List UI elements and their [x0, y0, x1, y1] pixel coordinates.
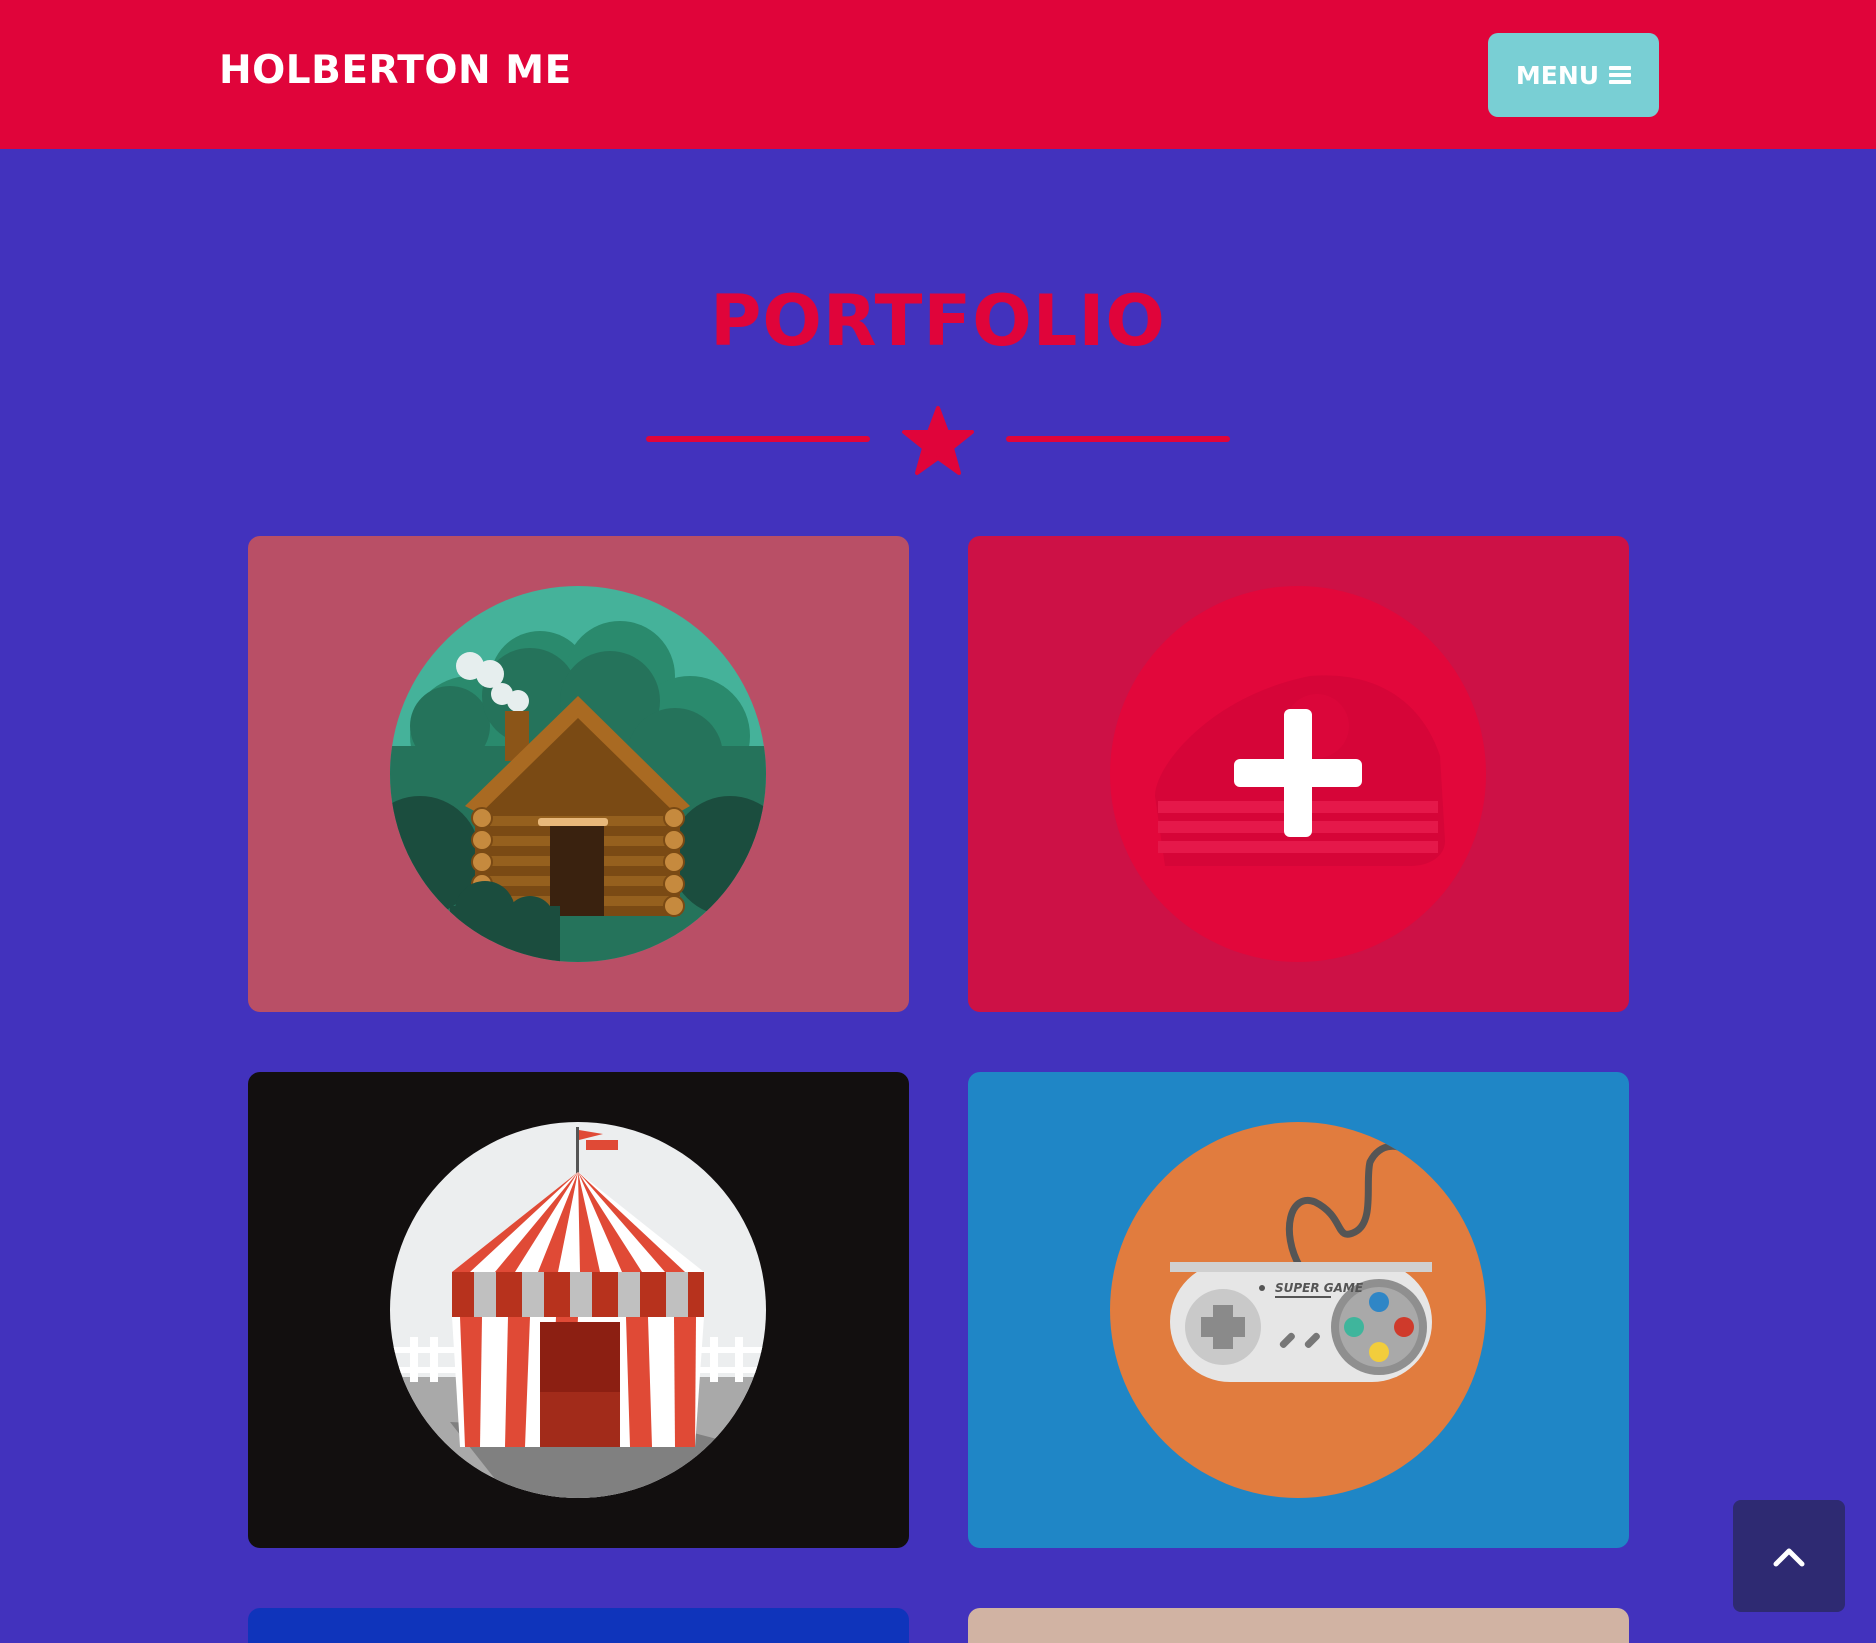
portfolio-item-cabin[interactable]: [248, 536, 909, 1012]
portfolio-item-5[interactable]: [248, 1608, 909, 1643]
portfolio-item-circus[interactable]: [248, 1072, 909, 1548]
portfolio-item-cake[interactable]: [968, 536, 1629, 1012]
menu-button-label: MENU: [1515, 60, 1600, 90]
title-divider: [646, 405, 1230, 477]
plus-icon: [1234, 709, 1362, 837]
divider-line-right: [1006, 436, 1230, 442]
cabin-icon: [390, 586, 766, 962]
scroll-to-top-button[interactable]: [1733, 1500, 1845, 1612]
brand-logo[interactable]: HOLBERTON ME: [219, 48, 572, 93]
navbar: HOLBERTON ME MENU: [0, 0, 1876, 149]
chevron-up-icon: [1773, 1548, 1805, 1567]
circus-tent-icon: [390, 1122, 766, 1498]
game-controller-icon: SUPER GAME: [1110, 1122, 1486, 1498]
controller-label: SUPER GAME: [1275, 1281, 1364, 1295]
portfolio-item-6[interactable]: [968, 1608, 1629, 1643]
divider-line-left: [646, 436, 870, 442]
section-title: PORTFOLIO: [710, 280, 1166, 362]
bars-icon: [1609, 66, 1632, 84]
menu-button[interactable]: MENU: [1488, 33, 1659, 117]
portfolio-item-game[interactable]: SUPER GAME: [968, 1072, 1629, 1548]
star-icon: [902, 406, 974, 475]
